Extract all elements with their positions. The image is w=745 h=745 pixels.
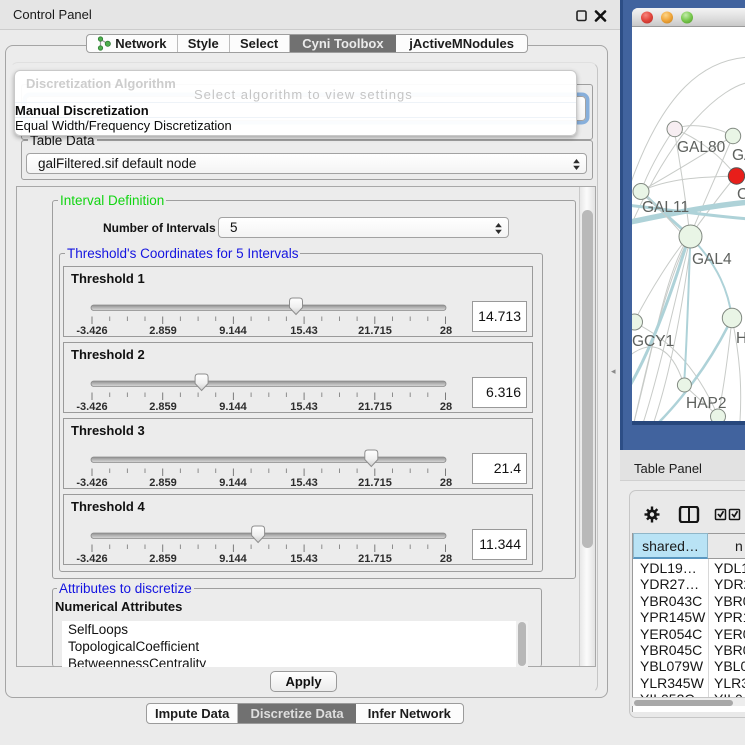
svg-text:GCY1: GCY1 [632,333,674,350]
svg-text:GAL4: GAL4 [692,251,732,268]
svg-text:HAP2: HAP2 [686,395,727,412]
svg-text:H: H [736,330,745,347]
svg-text:GAL80: GAL80 [677,139,726,156]
svg-text:GAL1: GAL1 [732,147,745,164]
svg-text:GAL11: GAL11 [642,199,689,216]
svg-text:C: C [737,186,745,203]
